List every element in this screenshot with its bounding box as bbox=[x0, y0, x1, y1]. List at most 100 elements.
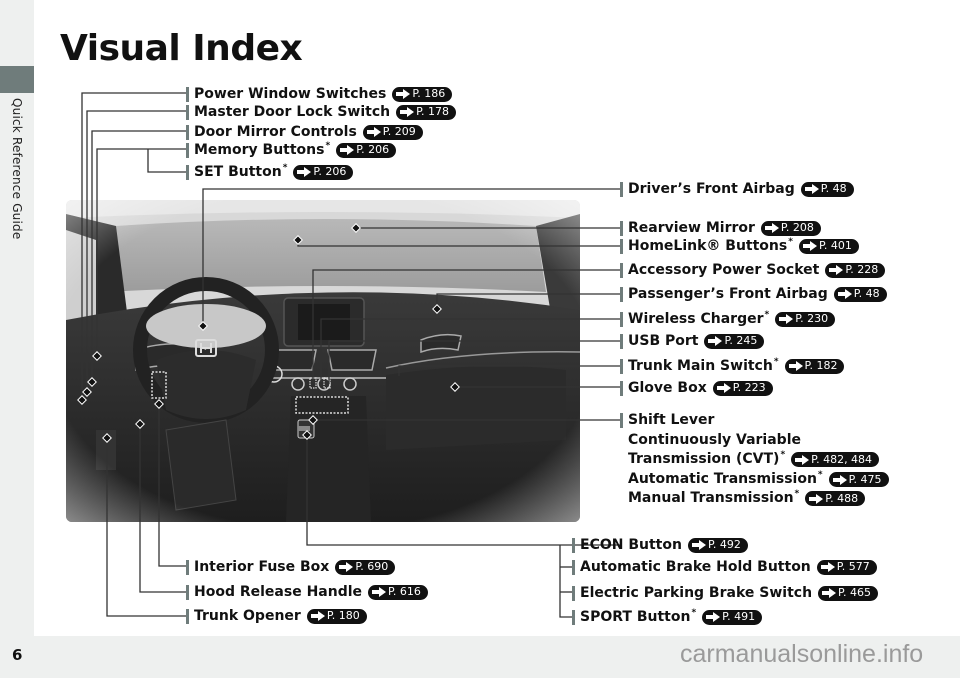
callout-bar bbox=[572, 559, 575, 575]
callout-bar bbox=[620, 380, 623, 396]
page-ref-link[interactable]: P. 209 bbox=[362, 124, 423, 140]
callout-bar bbox=[572, 537, 575, 553]
callout-bar bbox=[572, 585, 575, 601]
page-ref-link[interactable]: P. 186 bbox=[392, 86, 453, 102]
arrow-right-icon bbox=[708, 336, 723, 346]
callout-bar bbox=[186, 124, 189, 140]
callout-shift-lever: Shift Lever bbox=[620, 411, 714, 429]
arrow-right-icon bbox=[779, 314, 794, 324]
callout-bar bbox=[186, 104, 189, 120]
callout-bar bbox=[572, 609, 575, 625]
arrow-right-icon bbox=[829, 265, 844, 275]
page-ref-link[interactable]: P. 482, 484 bbox=[791, 452, 880, 467]
callout-power-window-switches: Power Window Switches P. 186 bbox=[186, 85, 453, 103]
callout-electric-parking-brake-switch: Electric Parking Brake Switch P. 465 bbox=[572, 584, 878, 602]
arrow-right-icon bbox=[340, 145, 355, 155]
page-ref-link[interactable]: P. 48 bbox=[800, 181, 854, 197]
callout-bar bbox=[620, 181, 623, 197]
page-ref-link[interactable]: P. 178 bbox=[396, 104, 457, 120]
arrow-right-icon bbox=[809, 493, 824, 504]
asterisk: * bbox=[764, 310, 770, 320]
asterisk: * bbox=[325, 141, 331, 151]
arrow-right-icon bbox=[804, 184, 819, 194]
page-ref-link[interactable]: P. 488 bbox=[805, 491, 866, 506]
leader-lines bbox=[77, 92, 620, 618]
callout-memory-buttons: Memory Buttons * P. 206 bbox=[186, 141, 397, 159]
callout-interior-fuse-box: Interior Fuse Box P. 690 bbox=[186, 558, 396, 576]
callout-passengers-front-airbag: Passenger’s Front Airbag P. 48 bbox=[620, 285, 887, 303]
callout-bar bbox=[620, 311, 623, 327]
page-ref-link[interactable]: P. 475 bbox=[828, 472, 889, 487]
callout-hood-release-handle: Hood Release Handle P. 616 bbox=[186, 583, 428, 601]
callout-bar bbox=[620, 333, 623, 349]
asterisk: * bbox=[817, 470, 823, 480]
arrow-right-icon bbox=[820, 562, 835, 572]
page-ref-link[interactable]: P. 401 bbox=[798, 238, 859, 254]
arrow-right-icon bbox=[366, 127, 381, 137]
callout-automatic-brake-hold-button: Automatic Brake Hold Button P. 577 bbox=[572, 558, 877, 576]
page-ref-link[interactable]: P. 492 bbox=[687, 537, 748, 553]
arrow-right-icon bbox=[339, 562, 354, 572]
callout-econ-button: ECON Button P. 492 bbox=[572, 536, 748, 554]
callout-bar bbox=[620, 286, 623, 302]
shift-lever-cvt-heading: Continuously Variable bbox=[628, 432, 801, 448]
callout-wireless-charger: Wireless Charger * P. 230 bbox=[620, 310, 836, 328]
page-ref-link[interactable]: P. 206 bbox=[336, 142, 397, 158]
arrow-right-icon bbox=[795, 454, 810, 465]
asterisk: * bbox=[691, 608, 697, 618]
arrow-right-icon bbox=[706, 612, 721, 622]
arrow-right-icon bbox=[310, 611, 325, 621]
asterisk: * bbox=[794, 489, 800, 499]
callout-set-button: SET Button * P. 206 bbox=[186, 163, 354, 181]
shift-lever-cvt: Transmission (CVT) * P. 482, 484 bbox=[628, 450, 880, 469]
callout-bar bbox=[620, 358, 623, 374]
page-ref-link[interactable]: P. 690 bbox=[335, 559, 396, 575]
callout-door-mirror-controls: Door Mirror Controls P. 209 bbox=[186, 123, 423, 141]
callout-bar bbox=[186, 142, 189, 158]
asterisk: * bbox=[282, 163, 288, 173]
callout-trunk-opener: Trunk Opener P. 180 bbox=[186, 607, 367, 625]
callout-bar bbox=[186, 559, 189, 575]
arrow-right-icon bbox=[716, 383, 731, 393]
arrow-right-icon bbox=[837, 289, 852, 299]
arrow-right-icon bbox=[788, 361, 803, 371]
arrow-right-icon bbox=[802, 241, 817, 251]
page-ref-link[interactable]: P. 230 bbox=[775, 311, 836, 327]
page-ref-link[interactable]: P. 465 bbox=[818, 585, 878, 601]
asterisk: * bbox=[788, 237, 793, 247]
callout-bar bbox=[620, 238, 623, 254]
callout-bar bbox=[620, 220, 623, 236]
callout-bar bbox=[620, 262, 623, 278]
callout-master-door-lock-switch: Master Door Lock Switch P. 178 bbox=[186, 103, 457, 121]
arrow-right-icon bbox=[372, 587, 387, 597]
page-ref-link[interactable]: P. 182 bbox=[784, 358, 845, 374]
callout-bar bbox=[186, 584, 189, 600]
callout-usb-port: USB Port P. 245 bbox=[620, 332, 765, 350]
asterisk: * bbox=[773, 357, 779, 367]
page-ref-link[interactable]: P. 206 bbox=[293, 164, 354, 180]
page-ref-link[interactable]: P. 180 bbox=[306, 608, 367, 624]
page-ref-link[interactable]: P. 616 bbox=[368, 584, 428, 600]
asterisk: * bbox=[780, 450, 786, 460]
page-ref-link[interactable]: P. 245 bbox=[704, 333, 765, 349]
shift-lever-manual: Manual Transmission * P. 488 bbox=[628, 489, 866, 508]
callout-drivers-front-airbag: Driver’s Front Airbag P. 48 bbox=[620, 180, 854, 198]
arrow-right-icon bbox=[822, 588, 837, 598]
page-ref-link[interactable]: P. 491 bbox=[702, 609, 763, 625]
page-ref-link[interactable]: P. 228 bbox=[825, 262, 886, 278]
callout-bar bbox=[186, 164, 189, 180]
page-ref-link[interactable]: P. 223 bbox=[712, 380, 773, 396]
callout-accessory-power-socket: Accessory Power Socket P. 228 bbox=[620, 261, 886, 279]
callout-bar bbox=[186, 86, 189, 102]
arrow-right-icon bbox=[400, 107, 415, 117]
arrow-right-icon bbox=[396, 89, 411, 99]
page-ref-link[interactable]: P. 577 bbox=[816, 559, 877, 575]
arrow-right-icon bbox=[832, 474, 847, 485]
page-ref-link[interactable]: P. 48 bbox=[833, 286, 887, 302]
callout-sport-button: SPORT Button * P. 491 bbox=[572, 608, 763, 626]
callout-bar bbox=[620, 412, 623, 428]
callout-homelink-buttons: HomeLink® Buttons * P. 401 bbox=[620, 237, 859, 255]
shift-lever-automatic: Automatic Transmission * P. 475 bbox=[628, 470, 889, 489]
arrow-right-icon bbox=[297, 167, 312, 177]
callout-glove-box: Glove Box P. 223 bbox=[620, 379, 773, 397]
